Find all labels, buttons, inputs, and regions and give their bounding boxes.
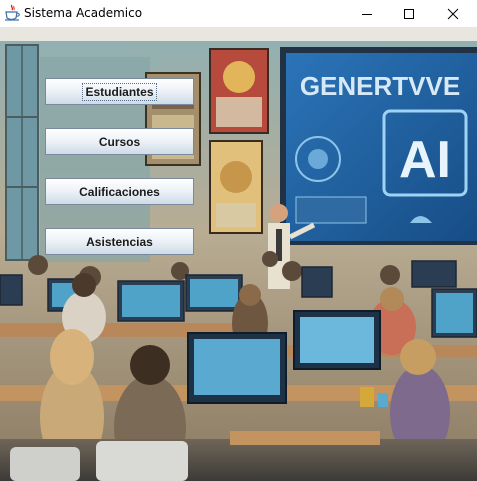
title-bar[interactable]: Sistema Academico xyxy=(0,0,477,27)
asistencias-button[interactable]: Asistencias xyxy=(45,228,194,255)
close-icon xyxy=(447,8,459,19)
minimize-button[interactable] xyxy=(345,0,389,27)
close-button[interactable] xyxy=(431,0,475,27)
estudiantes-button[interactable]: Estudiantes xyxy=(45,78,194,105)
screen-ai-text: AI xyxy=(399,131,451,189)
java-coffee-cup-icon[interactable] xyxy=(4,4,20,22)
cursos-button[interactable]: Cursos xyxy=(45,128,194,155)
minimize-icon xyxy=(362,13,372,15)
cursos-button-label: Cursos xyxy=(98,134,141,149)
main-panel: GENERTVVE AI Estudiantes Cursos Califica… xyxy=(0,27,477,481)
maximize-button[interactable] xyxy=(387,0,431,27)
screen-title-text: GENERTVVE xyxy=(300,71,460,101)
calificaciones-button[interactable]: Calificaciones xyxy=(45,178,194,205)
asistencias-button-label: Asistencias xyxy=(86,234,153,249)
estudiantes-button-label: Estudiantes xyxy=(82,82,157,101)
window-title: Sistema Academico xyxy=(24,6,143,20)
maximize-icon xyxy=(404,8,414,19)
app-window: Sistema Academico GENERTVVE AI Estudiant… xyxy=(0,0,477,481)
calificaciones-button-label: Calificaciones xyxy=(79,184,160,199)
